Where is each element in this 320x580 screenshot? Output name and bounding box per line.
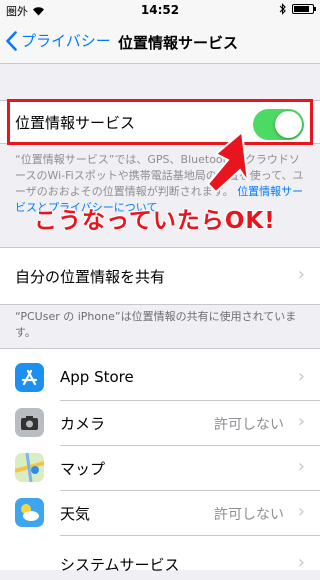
app-name: マップ	[60, 460, 106, 478]
navigation-bar: プライバシー 位置情報サービス	[0, 20, 320, 64]
chevron-right-icon: ›	[297, 456, 305, 477]
status-bar: 圏外 14:52	[0, 0, 320, 20]
list-item-camera[interactable]: カメラ 許可しない ›	[0, 401, 320, 446]
app-status: 許可しない	[214, 507, 284, 523]
annotation-label: こうなっていたらOK!	[34, 208, 276, 234]
status-time: 14:52	[140, 3, 180, 17]
bluetooth-icon	[279, 3, 286, 15]
app-list: App Store › カメラ 許可しない › マップ › 天気 許可しない ›…	[0, 348, 320, 574]
chevron-right-icon: ›	[297, 501, 305, 522]
app-name: システムサービス	[60, 556, 180, 574]
chevron-right-icon: ›	[297, 264, 305, 285]
list-item-system-services[interactable]: システムサービス ›	[0, 536, 320, 580]
back-label: プライバシー	[21, 32, 111, 50]
share-location-cell[interactable]: 自分の位置情報を共有 ›	[0, 247, 320, 305]
weather-icon	[15, 498, 44, 527]
status-right	[279, 3, 316, 15]
back-button[interactable]: プライバシー	[6, 30, 111, 51]
list-item-weather[interactable]: 天気 許可しない ›	[0, 491, 320, 536]
annotation-arrow-icon	[206, 130, 249, 194]
app-name: カメラ	[60, 415, 106, 433]
list-item-app-store[interactable]: App Store ›	[0, 356, 320, 401]
chevron-right-icon: ›	[297, 411, 305, 432]
chevron-right-icon: ›	[297, 366, 305, 387]
app-status: 許可しない	[214, 417, 284, 433]
app-name: 天気	[60, 505, 91, 523]
share-location-note: “PCUser の iPhone”は位置情報の共有に使用されています。	[15, 310, 297, 339]
list-item-maps[interactable]: マップ ›	[0, 446, 320, 491]
battery-icon	[292, 4, 316, 14]
app-store-icon	[15, 363, 44, 392]
maps-icon	[14, 452, 45, 483]
camera-icon	[15, 408, 44, 437]
share-location-label: 自分の位置情報を共有	[15, 268, 166, 286]
page-title: 位置情報サービス	[118, 34, 239, 52]
app-name: App Store	[60, 368, 134, 386]
chevron-left-icon	[6, 30, 17, 51]
